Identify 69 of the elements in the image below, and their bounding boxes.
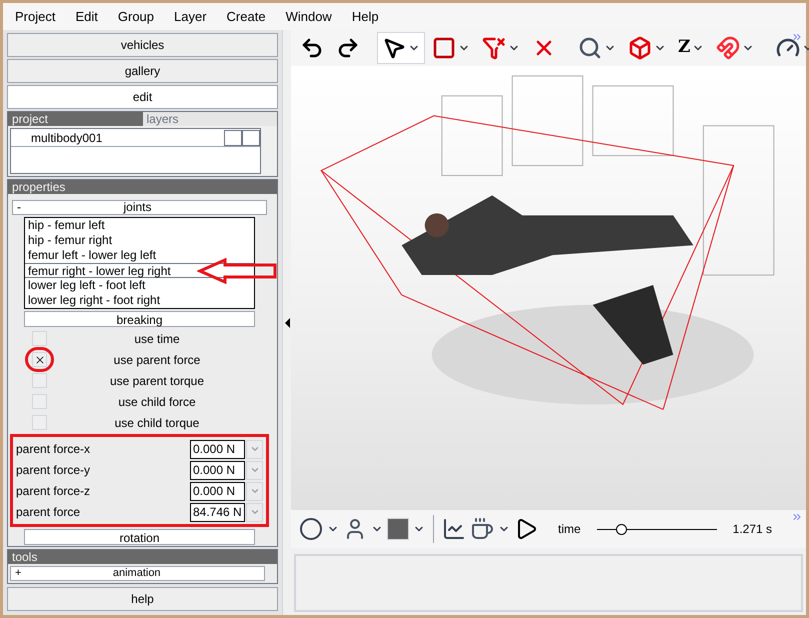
joint-item[interactable]: femur right - lower leg right	[25, 263, 254, 278]
slider-thumb[interactable]	[616, 524, 627, 534]
toolbar-button[interactable]	[377, 32, 425, 64]
line-chart-icon[interactable]	[442, 517, 466, 541]
force-label: parent force-x	[16, 441, 92, 458]
force-field[interactable]: 0.000 N	[190, 460, 245, 480]
menu-item[interactable]: Layer	[174, 6, 207, 26]
section-header[interactable]: breaking	[24, 311, 255, 327]
z-tool-label: Z	[678, 36, 690, 60]
force-field[interactable]: 0.000 N	[190, 440, 245, 458]
checkbox[interactable]	[32, 394, 47, 409]
section-title[interactable]: animation	[25, 567, 264, 580]
force-label: parent force-y	[16, 462, 92, 479]
time-value: 1.271 s	[732, 521, 772, 538]
menu-item[interactable]: Window	[286, 6, 332, 26]
check-cross-icon	[34, 354, 46, 366]
overflow-icon[interactable]	[791, 31, 803, 43]
panel-header: properties	[8, 180, 277, 194]
menu-item[interactable]: Help	[352, 6, 379, 26]
lock-toggle[interactable]	[242, 130, 260, 146]
redo-icon	[336, 36, 360, 60]
menu-item[interactable]: Edit	[75, 6, 98, 26]
rectangle-select-icon	[432, 36, 456, 60]
visibility-toggle[interactable]	[224, 130, 242, 146]
help-button[interactable]: help	[7, 587, 278, 611]
toolbar-button[interactable]: Z	[673, 32, 710, 64]
checkbox[interactable]	[32, 415, 47, 430]
color-swatch[interactable]	[387, 518, 409, 540]
joint-item[interactable]: lower leg left - foot left	[25, 278, 254, 293]
option-label: use child torque	[114, 414, 200, 432]
pane-tab[interactable]: layers	[142, 112, 277, 126]
menu-item[interactable]: Create	[226, 6, 266, 26]
time-slider[interactable]	[596, 523, 717, 535]
time-label: time	[558, 521, 581, 538]
force-label: parent force-z	[16, 483, 92, 500]
pane-tab[interactable]: project	[8, 112, 142, 126]
cube-icon	[628, 36, 652, 60]
force-field[interactable]: 0.000 N	[190, 482, 245, 500]
magnet-icon	[716, 36, 740, 60]
nav-button[interactable]: vehicles	[7, 33, 278, 57]
section-toggle[interactable]: +	[11, 567, 26, 580]
nav-button[interactable]: gallery	[7, 59, 278, 83]
section-header[interactable]: rotation	[24, 529, 255, 545]
checkbox[interactable]	[32, 373, 47, 388]
crossed-funnel-icon	[482, 36, 506, 60]
joint-item[interactable]: femur left - lower leg left	[25, 248, 254, 263]
option-label: use child force	[117, 394, 197, 410]
menu-item[interactable]: Project	[15, 6, 56, 26]
option-label: use parent torque	[108, 372, 206, 390]
project-item[interactable]: multibody001	[31, 128, 224, 146]
checkbox[interactable]	[32, 352, 47, 367]
checkbox[interactable]	[32, 331, 47, 346]
joint-item[interactable]: hip - femur left	[25, 218, 254, 233]
menu-item[interactable]: Group	[118, 6, 154, 26]
sphere-icon[interactable]	[299, 517, 323, 541]
panel-header: tools	[8, 550, 277, 564]
joint-item[interactable]: hip - femur right	[25, 233, 254, 248]
force-field[interactable]: 84.746 N	[190, 502, 245, 522]
force-label: parent force	[16, 504, 82, 521]
section-toggle[interactable]: -	[13, 201, 25, 214]
option-label: use parent force	[112, 352, 202, 368]
section-title[interactable]: joints	[25, 201, 266, 214]
option-label: use time	[133, 330, 181, 348]
pointer-icon	[382, 36, 406, 60]
nav-button[interactable]: edit	[7, 85, 278, 109]
viewport-scene-drawing[interactable]	[291, 66, 806, 510]
undo-icon	[300, 36, 324, 60]
zoom-icon	[578, 36, 602, 60]
joint-item[interactable]: lower leg right - foot right	[25, 293, 254, 308]
